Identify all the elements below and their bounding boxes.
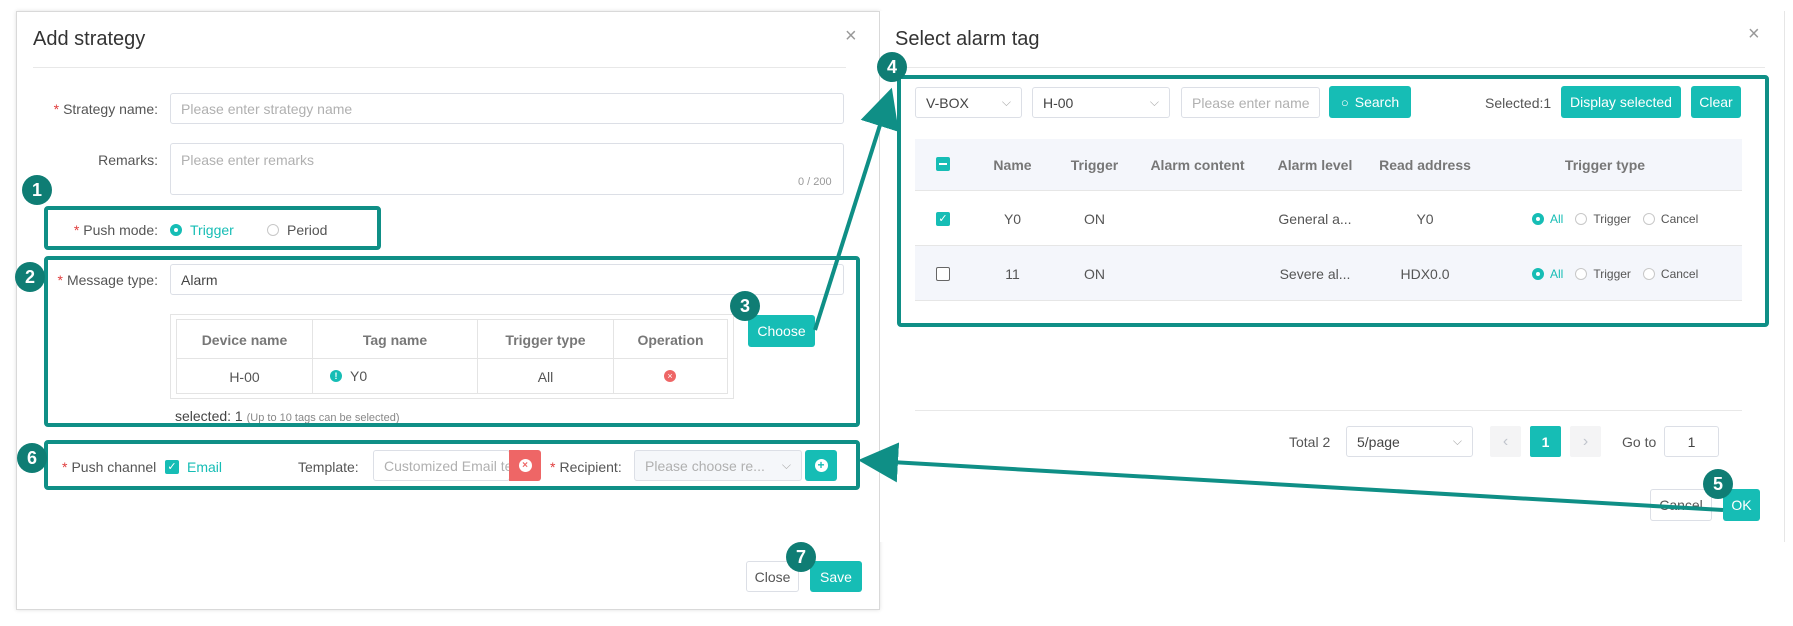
step-badge-7: 7: [786, 542, 816, 572]
arrow-ok-to-push-channel: [858, 442, 1724, 512]
step-badge-4: 4: [877, 52, 907, 82]
step-badge-6: 6: [17, 443, 47, 473]
step-badge-2: 2: [15, 262, 45, 292]
step-badge-3: 3: [730, 291, 760, 321]
annotation-arrows: [813, 87, 1724, 512]
step-badge-1: 1: [22, 175, 52, 205]
step-badge-5: 5: [1703, 469, 1733, 499]
arrow-choose-to-select-tag: [813, 87, 899, 331]
